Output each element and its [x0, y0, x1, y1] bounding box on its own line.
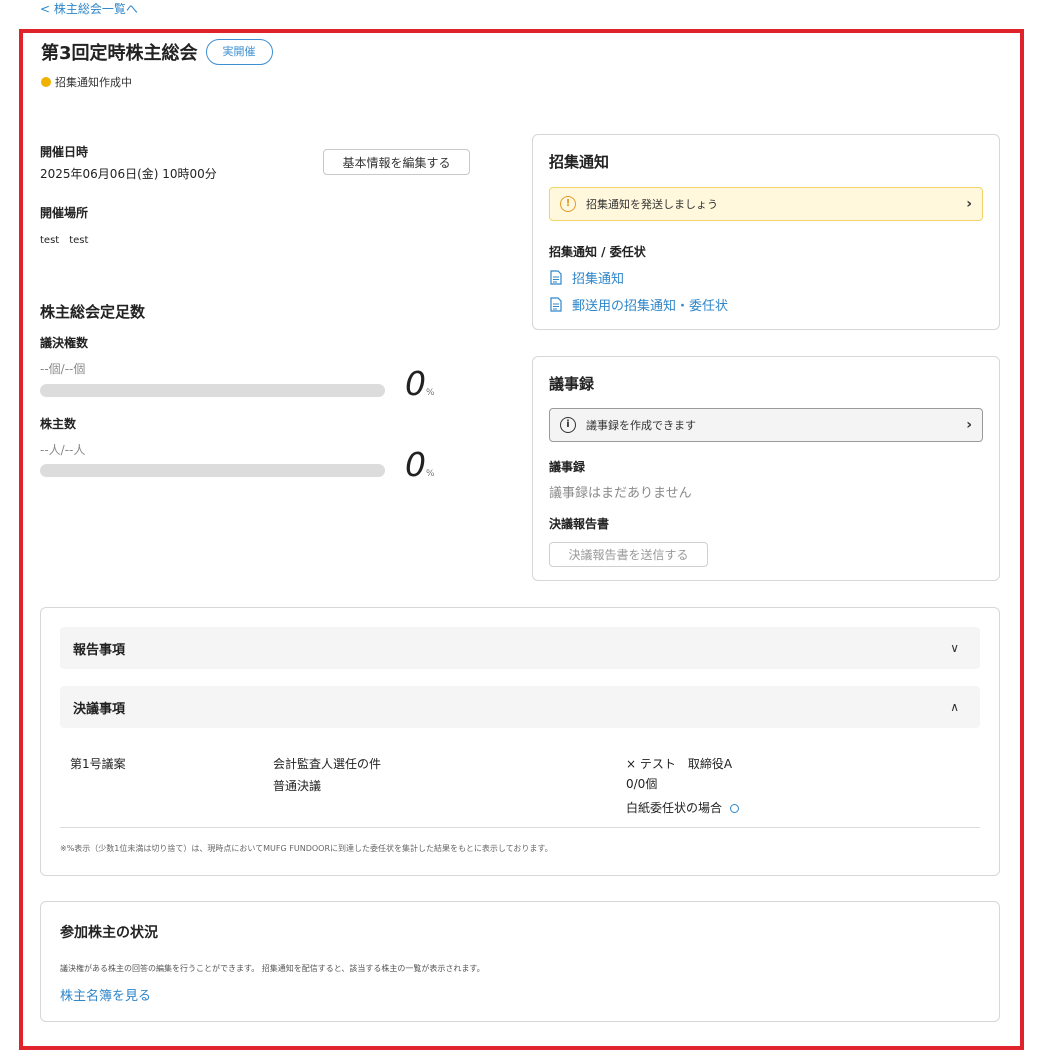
chevron-down-icon: ∨	[950, 641, 959, 655]
minutes-card-title: 議事録	[549, 375, 595, 393]
votes-percent: 0%	[405, 367, 435, 400]
holders-label: 株主数	[40, 417, 77, 431]
agenda-divider	[60, 827, 980, 828]
edit-basic-info-button[interactable]: 基本情報を編集する	[323, 149, 470, 175]
create-minutes-alert-text: 議事録を作成できます	[586, 419, 696, 432]
back-to-meeting-list-link[interactable]: < 株主総会一覧へ	[40, 0, 138, 17]
warning-icon: !	[560, 196, 576, 212]
meeting-type-badge: 実開催	[205, 39, 273, 65]
status-text: 招集通知作成中	[55, 76, 132, 89]
send-notice-alert-text: 招集通知を発送しましょう	[586, 198, 718, 211]
votes-percent-value: 0	[405, 364, 426, 403]
status-dot-icon	[41, 77, 51, 87]
participants-description: 議決権がある株主の回答の編集を行うことができます。 招集通知を配信すると、該当す…	[60, 964, 485, 973]
page-title: 第3回定時株主総会	[41, 43, 198, 64]
participants-card	[40, 901, 1000, 1022]
minutes-empty-text: 議事録はまだありません	[549, 486, 692, 501]
postal-notice-doc-link[interactable]: 郵送用の招集通知・委任状	[550, 295, 728, 314]
datetime-label: 開催日時	[40, 145, 89, 159]
quorum-title: 株主総会定足数	[40, 303, 146, 321]
agenda-footnote: ※%表示（少数1位未満は切り捨て）は、現時点においてMUFG FUNDOORに到…	[60, 844, 553, 853]
votes-value: --個/--個	[40, 362, 86, 376]
title-row: 第3回定時株主総会 実開催	[41, 39, 273, 65]
postal-notice-doc-link-label: 郵送用の招集通知・委任状	[572, 299, 729, 314]
report-items-title: 報告事項	[73, 642, 126, 658]
minutes-label: 議事録	[549, 460, 586, 474]
status-indicator: 招集通知作成中	[41, 74, 132, 90]
send-report-button[interactable]: 決議報告書を送信する	[549, 542, 708, 567]
place-label: 開催場所	[40, 206, 89, 220]
holders-progress-bar	[40, 464, 385, 477]
proposal-name: 会計監査人選任の件	[273, 757, 382, 771]
votes-progress-bar	[40, 384, 385, 397]
holders-percent-unit: %	[426, 469, 435, 479]
holders-value: --人/--人	[40, 443, 86, 457]
proposal-number: 第1号議案	[70, 757, 126, 771]
document-icon	[550, 297, 562, 312]
document-icon	[550, 270, 562, 285]
send-notice-alert[interactable]: ! 招集通知を発送しましょう ›	[549, 187, 983, 221]
datetime-value: 2025年06月06日(金) 10時00分	[40, 167, 217, 181]
notice-doc-link-label: 招集通知	[572, 272, 625, 287]
report-label: 決議報告書	[549, 517, 610, 531]
chevron-up-icon: ∧	[950, 700, 959, 714]
place-value: test test	[40, 235, 89, 246]
report-items-accordion[interactable]: 報告事項 ∨	[60, 627, 980, 669]
info-icon: i	[560, 417, 576, 433]
proposal-count: 0/0個	[626, 777, 658, 791]
votes-label: 議決権数	[40, 336, 89, 350]
proposal-vote-line: × テスト 取締役A	[626, 757, 733, 771]
create-minutes-alert[interactable]: i 議事録を作成できます ›	[549, 408, 983, 442]
votes-percent-unit: %	[426, 388, 435, 398]
circle-icon	[730, 804, 740, 813]
chevron-right-icon: ›	[966, 417, 972, 433]
notice-card-title: 招集通知	[549, 153, 610, 171]
resolution-items-accordion[interactable]: 決議事項 ∧	[60, 686, 980, 728]
shareholder-register-link[interactable]: 株主名簿を見る	[60, 985, 151, 1004]
blank-proxy-row: 白紙委任状の場合	[626, 799, 740, 816]
proposal-type: 普通決議	[273, 779, 322, 793]
participants-title: 参加株主の状況	[60, 925, 158, 941]
chevron-right-icon: ›	[966, 196, 972, 212]
resolution-items-title: 決議事項	[73, 701, 126, 717]
blank-proxy-label: 白紙委任状の場合	[626, 801, 723, 815]
holders-percent-value: 0	[405, 445, 426, 484]
holders-percent: 0%	[405, 448, 435, 481]
notice-doc-link[interactable]: 招集通知	[550, 268, 624, 287]
notice-docs-label: 招集通知 / 委任状	[549, 245, 646, 259]
